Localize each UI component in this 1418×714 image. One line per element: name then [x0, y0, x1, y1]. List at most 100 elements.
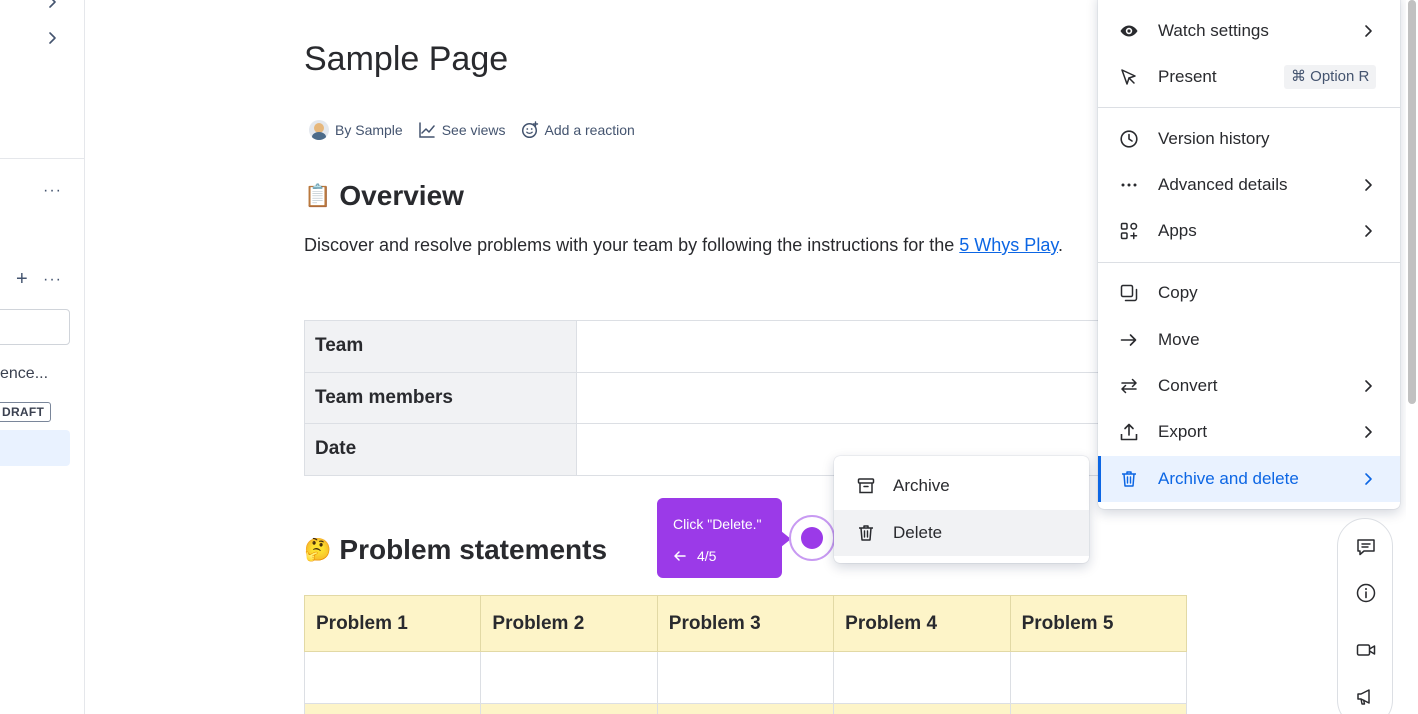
arrow-right-icon	[1119, 330, 1139, 350]
sidebar: ··· + ··· ence... DRAFT	[0, 0, 85, 714]
table-row: Team	[304, 320, 1204, 373]
menu-item-archive-and-delete[interactable]: Archive and delete	[1098, 456, 1400, 502]
draft-badge: DRAFT	[0, 402, 51, 422]
overview-heading-text: Overview	[339, 180, 464, 211]
table-cell[interactable]	[1009, 703, 1188, 714]
chevron-right-icon	[1360, 223, 1376, 239]
table-header-cell: Problem 2	[480, 595, 658, 652]
menu-item-delete[interactable]: Delete	[834, 510, 1089, 556]
comment-icon[interactable]	[1355, 536, 1377, 558]
menu-item-archive[interactable]: Archive	[834, 463, 1089, 509]
export-icon	[1119, 422, 1139, 442]
archive-icon	[856, 476, 876, 496]
convert-icon	[1119, 376, 1139, 396]
sidebar-divider	[0, 158, 84, 159]
more-icon[interactable]: ···	[43, 272, 62, 288]
menu-item-label: Move	[1158, 330, 1200, 349]
info-icon[interactable]	[1355, 582, 1377, 604]
menu-item-label: Watch settings	[1158, 21, 1269, 40]
chevron-right-icon	[1360, 378, 1376, 394]
menu-item-move[interactable]: Move	[1098, 317, 1400, 363]
guide-step-counter: 4/5	[697, 548, 717, 564]
menu-item-export[interactable]: Export	[1098, 409, 1400, 455]
menu-item-label: Delete	[893, 523, 943, 542]
menu-item-advanced-details[interactable]: Advanced details	[1098, 162, 1400, 208]
table-cell[interactable]	[656, 651, 835, 704]
sidebar-item-label[interactable]: ence...	[0, 365, 48, 383]
table-cell[interactable]	[656, 703, 835, 714]
add-reaction-button[interactable]: Add a reaction	[521, 121, 635, 139]
present-icon	[1119, 67, 1139, 87]
menu-item-label: Apps	[1158, 221, 1197, 240]
table-cell[interactable]	[303, 703, 482, 714]
table-cell[interactable]	[303, 651, 482, 704]
overview-text: Discover and resolve problems with your …	[304, 235, 960, 255]
overview-paragraph: Discover and resolve problems with your …	[304, 229, 1104, 261]
scrollbar-thumb[interactable]	[1408, 0, 1416, 404]
menu-item-present[interactable]: Present ⌘ Option R	[1098, 54, 1400, 100]
table-cell[interactable]	[480, 703, 658, 714]
problem-table: Problem 1 Problem 2 Problem 3 Problem 4 …	[303, 595, 1188, 714]
clock-icon	[1119, 129, 1139, 149]
emoji-add-icon	[521, 121, 539, 139]
table-row: Team members	[304, 371, 1204, 424]
chevron-right-icon	[1360, 471, 1376, 487]
more-actions-menu: Watch settings Present ⌘ Option R Versio…	[1098, 0, 1400, 509]
apps-icon	[1119, 221, 1139, 241]
sidebar-item-selected[interactable]	[0, 430, 70, 466]
menu-item-label: Convert	[1158, 376, 1218, 395]
five-whys-link[interactable]: 5 Whys Play	[959, 235, 1058, 255]
problem-statements-heading: 🤔 Problem statements	[304, 534, 607, 566]
archive-delete-submenu: Archive Delete	[834, 456, 1089, 563]
table-cell[interactable]	[480, 651, 658, 704]
table-row	[303, 651, 1188, 704]
scrollbar[interactable]	[1406, 0, 1418, 714]
menu-item-label: Export	[1158, 422, 1208, 441]
byline: By Sample See views Add a reaction	[309, 118, 650, 142]
see-views-label: See views	[441, 122, 506, 138]
table-row	[303, 703, 1188, 714]
menu-item-label: Present	[1158, 67, 1217, 86]
chevron-right-icon[interactable]	[44, 0, 60, 10]
more-icon[interactable]: ···	[43, 183, 62, 199]
table-cell[interactable]	[833, 651, 1011, 704]
menu-item-label: Archive	[893, 476, 950, 495]
plus-icon[interactable]: +	[16, 269, 28, 289]
megaphone-icon[interactable]	[1355, 685, 1377, 707]
more-icon	[1119, 175, 1139, 195]
table-cell[interactable]	[1009, 651, 1188, 704]
menu-item-copy[interactable]: Copy	[1098, 270, 1400, 316]
table-cell-label: Date	[304, 423, 577, 476]
menu-item-label: Version history	[1158, 129, 1270, 148]
page-title: Sample Page	[304, 40, 509, 78]
table-cell[interactable]	[833, 703, 1011, 714]
overview-text-end: .	[1058, 235, 1064, 255]
author-label: By Sample	[335, 122, 403, 138]
guide-hotspot[interactable]	[801, 527, 823, 549]
sidebar-search-input[interactable]	[0, 309, 70, 345]
see-views-button[interactable]: See views	[418, 121, 506, 139]
chevron-right-icon[interactable]	[44, 30, 60, 46]
clipboard-emoji: 📋	[304, 183, 332, 208]
menu-item-label: Archive and delete	[1158, 469, 1299, 488]
table-cell-label: Team members	[304, 371, 577, 424]
add-reaction-label: Add a reaction	[544, 122, 635, 138]
table-header-cell: Problem 1	[303, 595, 482, 652]
menu-item-label: Copy	[1158, 283, 1198, 302]
utility-toolbar	[1337, 518, 1393, 714]
chevron-right-icon	[1360, 23, 1376, 39]
menu-divider	[1098, 262, 1400, 263]
thinking-emoji: 🤔	[304, 537, 332, 562]
table-header-row: Problem 1 Problem 2 Problem 3 Problem 4 …	[303, 595, 1188, 652]
menu-item-version-history[interactable]: Version history	[1098, 116, 1400, 162]
menu-item-convert[interactable]: Convert	[1098, 363, 1400, 409]
guide-step-nav: 4/5	[673, 548, 716, 564]
arrow-left-icon[interactable]	[673, 549, 687, 563]
chevron-right-icon	[1360, 424, 1376, 440]
video-icon[interactable]	[1355, 639, 1377, 661]
menu-item-label: Advanced details	[1158, 175, 1288, 194]
guide-tooltip: Click "Delete." 4/5	[657, 498, 791, 578]
menu-item-apps[interactable]: Apps	[1098, 208, 1400, 254]
menu-item-watch-settings[interactable]: Watch settings	[1098, 8, 1400, 54]
author-byline[interactable]: By Sample	[309, 120, 403, 140]
